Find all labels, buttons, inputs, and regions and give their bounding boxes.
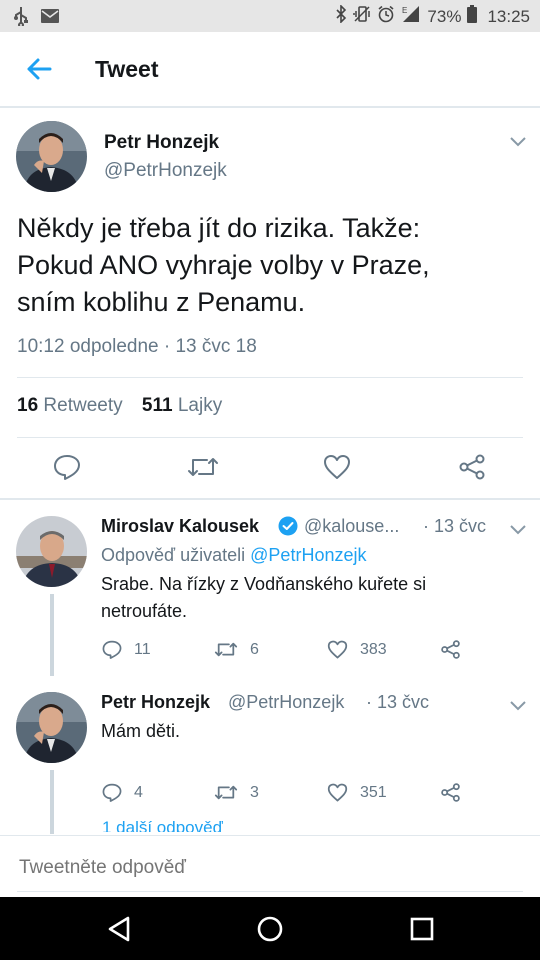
- author-handle[interactable]: @PetrHonzejk: [104, 160, 227, 182]
- reply-button[interactable]: 11: [102, 640, 151, 659]
- tweet-text: Někdy je třeba jít do rizika. Takže: Pok…: [17, 210, 527, 321]
- reply-date: · 13 čvc: [366, 692, 430, 712]
- chevron-down-icon[interactable]: [509, 522, 527, 536]
- avatar[interactable]: [16, 692, 87, 763]
- reply-text-line: Mám děti.: [101, 721, 181, 741]
- heart-icon: [327, 640, 348, 659]
- retweet-count: 3: [250, 783, 259, 801]
- chevron-down-icon[interactable]: [509, 134, 527, 148]
- tweet-text-line: Někdy je třeba jít do rizika. Takže:: [17, 213, 421, 243]
- reply-author-handle[interactable]: @kalouse...: [304, 516, 399, 537]
- reply-count: 11: [134, 640, 151, 658]
- thread-line: [50, 770, 54, 834]
- reply-text: Srabe. Na řízky z Vodňanského kuřete si …: [101, 571, 521, 625]
- like-stat[interactable]: 511 Lajky: [142, 395, 222, 416]
- heart-icon: [327, 783, 348, 802]
- back-arrow-icon[interactable]: [24, 54, 54, 84]
- vibrate-icon: [353, 5, 371, 28]
- alarm-icon: [377, 5, 395, 28]
- retweet-button[interactable]: 3: [214, 783, 259, 802]
- chevron-down-icon[interactable]: [509, 698, 527, 712]
- share-button[interactable]: [440, 640, 461, 659]
- like-label: Lajky: [177, 395, 223, 416]
- usb-icon: [12, 6, 30, 31]
- heart-icon: [324, 455, 350, 479]
- author-name[interactable]: Petr Honzejk: [104, 132, 219, 154]
- battery-percent: 73%: [427, 6, 462, 26]
- share-button[interactable]: [440, 783, 461, 802]
- reply-input[interactable]: [17, 856, 521, 880]
- avatar[interactable]: [16, 516, 87, 587]
- reply-text-line: Srabe. Na řízky z Vodňanského kuřete si: [101, 574, 427, 594]
- mail-icon: [40, 8, 60, 29]
- verified-badge-icon: [278, 516, 298, 541]
- nav-home-icon[interactable]: [254, 913, 286, 945]
- reply-icon: [102, 640, 122, 659]
- tweet-timestamp[interactable]: 10:12 odpoledne · 13 čvc 18: [17, 336, 257, 358]
- share-icon: [441, 783, 460, 802]
- retweet-button[interactable]: 6: [214, 640, 259, 659]
- retweet-count: 6: [250, 640, 259, 658]
- tweet-text-line: Pokud ANO vyhraje volby v Praze,: [17, 250, 430, 280]
- like-button[interactable]: [323, 454, 351, 480]
- reply-icon: [102, 783, 122, 802]
- retweet-icon: [214, 642, 238, 657]
- retweet-icon: [214, 785, 238, 800]
- reply-date: · 13 čvc: [423, 516, 487, 536]
- like-count: 383: [360, 640, 387, 658]
- input-underline: [17, 891, 523, 892]
- reply-author-name[interactable]: Petr Honzejk: [101, 692, 210, 713]
- reply-author-name[interactable]: Miroslav Kalousek: [101, 516, 259, 537]
- app-bar: Tweet: [0, 32, 540, 108]
- tweet-stats: 16 Retweety 511 Lajky: [17, 395, 222, 417]
- share-icon: [441, 640, 460, 659]
- retweet-count: 16: [17, 395, 39, 416]
- reply-button[interactable]: [53, 454, 81, 480]
- clock: 13:25: [487, 6, 530, 26]
- like-count: 511: [141, 395, 173, 416]
- battery-icon: [467, 5, 478, 28]
- tweet-text-line: sním koblihu z Penamu.: [17, 287, 306, 317]
- status-bar: E 73% 13:25: [0, 0, 540, 32]
- reply-text: Mám děti.: [101, 718, 521, 745]
- divider: [0, 498, 540, 500]
- reply-icon: [54, 455, 80, 480]
- retweet-icon: [188, 458, 218, 476]
- bluetooth-icon: [335, 4, 347, 28]
- like-button[interactable]: 351: [327, 783, 387, 802]
- reply-to-mention[interactable]: @PetrHonzejk: [250, 545, 366, 565]
- divider: [17, 377, 523, 378]
- like-count: 351: [360, 783, 387, 801]
- compose-bar: [0, 835, 540, 898]
- reply-text-line: netroufáte.: [101, 601, 188, 621]
- nav-back-icon[interactable]: [104, 913, 136, 945]
- reply-author-handle[interactable]: @PetrHonzejk: [228, 692, 344, 713]
- reply-to-prefix: Odpověď uživateli: [101, 545, 246, 565]
- reply-to: Odpověď uživateli @PetrHonzejk: [101, 545, 366, 566]
- signal-icon: E: [401, 5, 421, 28]
- thread-line: [50, 594, 54, 676]
- page-title: Tweet: [95, 56, 159, 82]
- share-icon: [459, 454, 485, 480]
- retweet-stat[interactable]: 16 Retweety: [17, 395, 123, 416]
- share-button[interactable]: [458, 454, 486, 480]
- reply-count: 4: [134, 783, 143, 801]
- avatar[interactable]: [16, 121, 87, 192]
- like-button[interactable]: 383: [327, 640, 387, 659]
- system-nav-bar: [0, 897, 540, 960]
- reply-button[interactable]: 4: [102, 783, 143, 802]
- retweet-button[interactable]: [187, 454, 219, 480]
- more-replies-link[interactable]: 1 další odpověď: [102, 818, 223, 832]
- divider: [17, 437, 523, 438]
- nav-recents-icon[interactable]: [406, 913, 438, 945]
- retweet-label: Retweety: [43, 395, 123, 416]
- svg-text:E: E: [402, 6, 407, 15]
